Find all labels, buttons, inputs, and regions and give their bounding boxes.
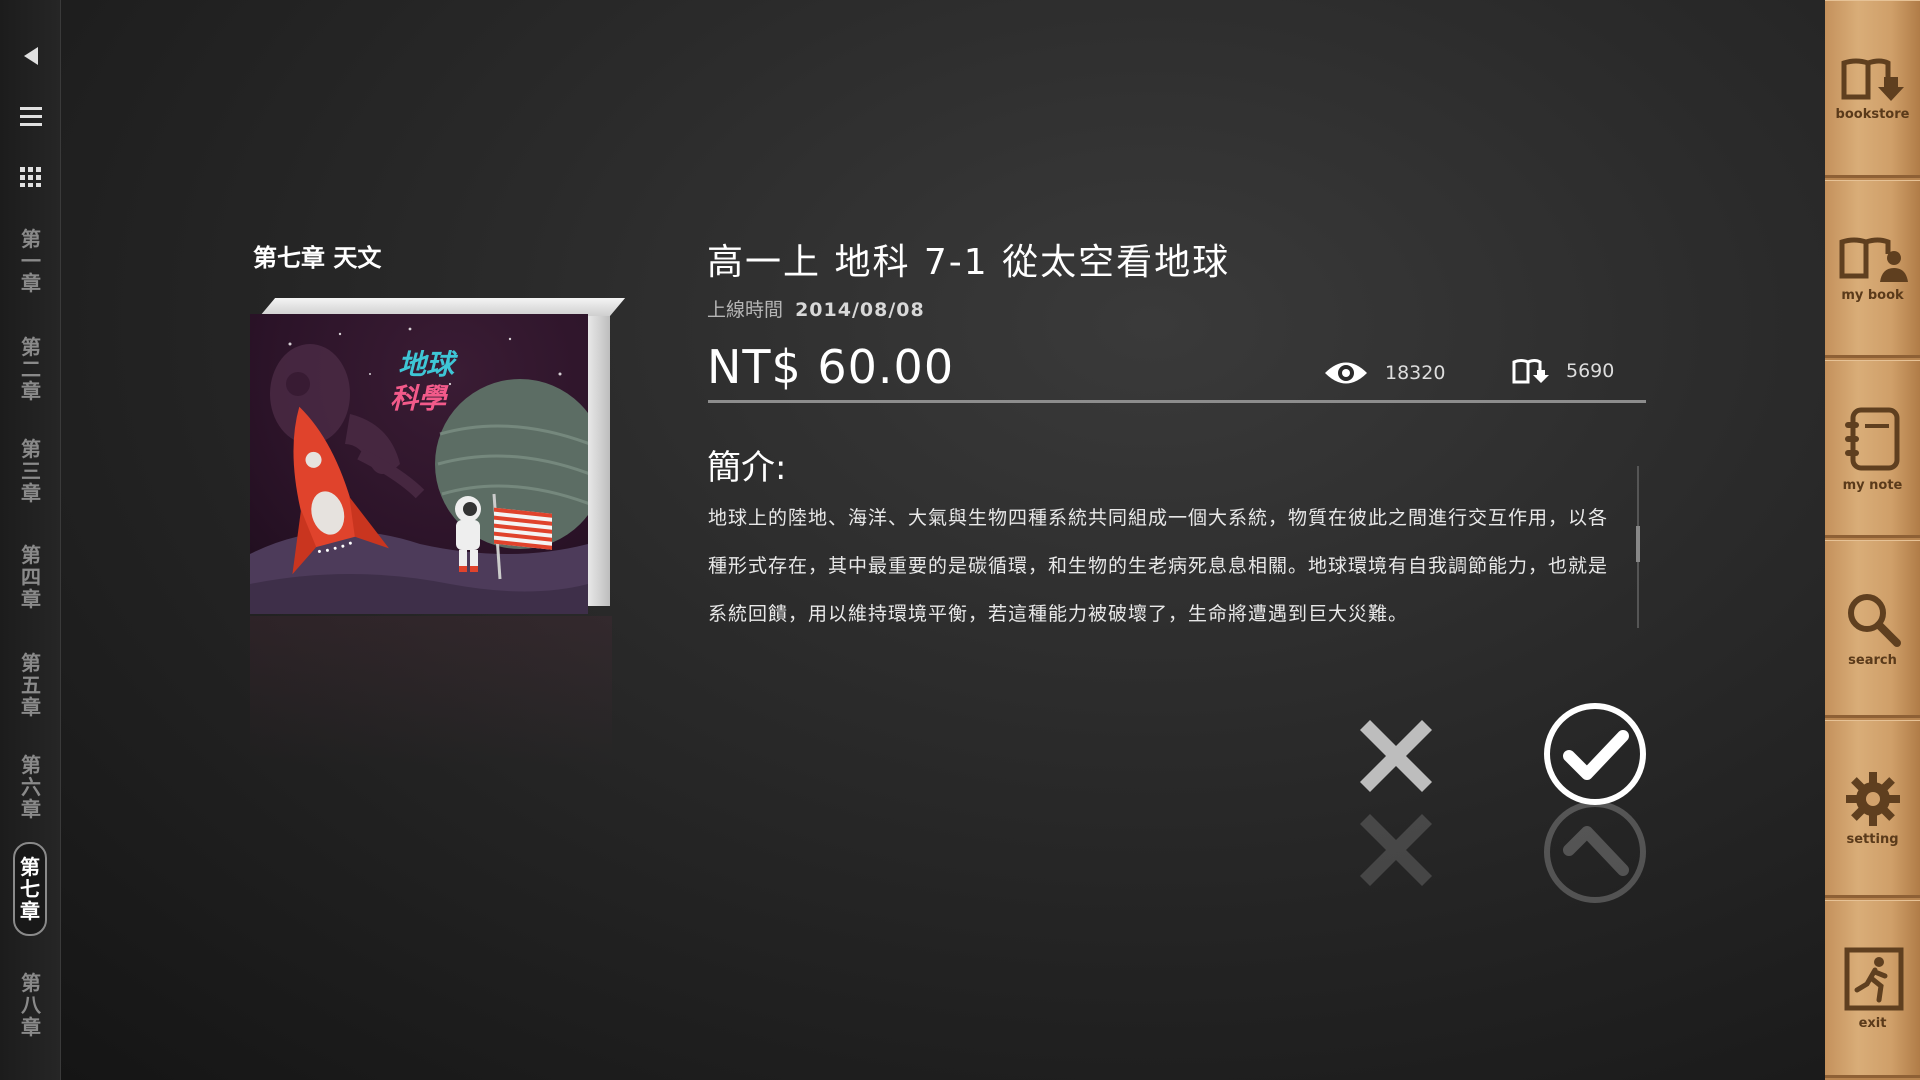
cover-illustration: 地球 科學: [250, 327, 588, 614]
book-title: 高一上 地科 7-1 從太空看地球: [707, 242, 1231, 283]
intro-scrollbar-thumb[interactable]: [1636, 526, 1640, 562]
bookstore-button[interactable]: bookstore: [1825, 0, 1920, 178]
exit-button[interactable]: exit: [1825, 900, 1920, 1078]
exit-label: exit: [1858, 1015, 1887, 1031]
cancel-reflection: [1356, 808, 1436, 888]
sidebar-item-chapter-5[interactable]: 第五章: [14, 652, 48, 718]
sidebar-item-chapter-1[interactable]: 第一章: [14, 228, 48, 294]
grid-icon[interactable]: [0, 157, 61, 197]
sidebar-item-chapter-4[interactable]: 第四章: [14, 544, 48, 610]
my-note-label: my note: [1842, 477, 1903, 493]
my-book-button[interactable]: my book: [1825, 180, 1920, 358]
sidebar-item-chapter-8[interactable]: 第八章: [14, 972, 48, 1038]
download-book-icon: [1512, 359, 1549, 384]
search-label: search: [1848, 652, 1897, 668]
search-button[interactable]: search: [1825, 540, 1920, 718]
book-reflection: [250, 616, 612, 766]
book-cover-3d[interactable]: 地球 科學: [250, 298, 626, 616]
my-book-icon: [1839, 237, 1908, 282]
close-icon: [1360, 720, 1432, 792]
my-book-label: my book: [1841, 287, 1904, 303]
release-date-label: 上線時間: [707, 299, 784, 321]
release-date-value: 2014/08/08: [795, 299, 925, 321]
downloads-stat: 5690: [1512, 358, 1614, 384]
book-cover-image: 地球 科學: [250, 314, 588, 614]
views-stat: 18320: [1323, 358, 1445, 388]
cover-title-line1: 地球: [398, 348, 459, 381]
divider: [708, 400, 1646, 403]
bookstore-download-icon: [1841, 58, 1904, 101]
sidebar-item-chapter-2[interactable]: 第二章: [14, 336, 48, 402]
sidebar-item-chapter-6[interactable]: 第六章: [14, 754, 48, 820]
sidebar-item-chapter-7[interactable]: 第七章: [13, 842, 47, 936]
notebook-icon: [1844, 407, 1899, 470]
chapter-sidebar: 第一章 第二章 第三章 第四章 第五章 第六章 第七章 第八章: [0, 0, 61, 1080]
confirm-reflection: [1543, 800, 1647, 904]
chapter-title: 第七章 天文: [253, 244, 382, 272]
setting-button[interactable]: setting: [1825, 720, 1920, 898]
cancel-button[interactable]: [1356, 716, 1436, 796]
eye-icon: [1325, 362, 1367, 384]
gear-icon: [1845, 771, 1900, 826]
book-pages-side: [588, 300, 610, 606]
bookstore-label: bookstore: [1835, 106, 1910, 122]
right-menu: bookstore my book my note search setting…: [1825, 0, 1920, 1080]
exit-icon: [1844, 947, 1903, 1010]
checkmark-icon: [1544, 703, 1646, 805]
menu-list-icon[interactable]: [0, 96, 61, 136]
book-price: NT$ 60.00: [707, 340, 955, 394]
back-arrow-icon[interactable]: [0, 36, 61, 76]
sidebar-item-chapter-3[interactable]: 第三章: [14, 438, 48, 504]
setting-label: setting: [1846, 831, 1899, 847]
intro-text: 地球上的陸地、海洋、大氣與生物四種系統共同組成一個大系統，物質在彼此之間進行交互…: [708, 507, 1609, 625]
cover-title-line2: 科學: [390, 382, 449, 415]
confirm-button[interactable]: [1543, 702, 1647, 806]
search-icon: [1847, 593, 1901, 647]
release-date-row: 上線時間 2014/08/08: [707, 295, 925, 322]
intro-heading: 簡介:: [707, 448, 787, 488]
downloads-count: 5690: [1566, 360, 1615, 382]
views-count: 18320: [1385, 362, 1446, 384]
my-note-button[interactable]: my note: [1825, 360, 1920, 538]
